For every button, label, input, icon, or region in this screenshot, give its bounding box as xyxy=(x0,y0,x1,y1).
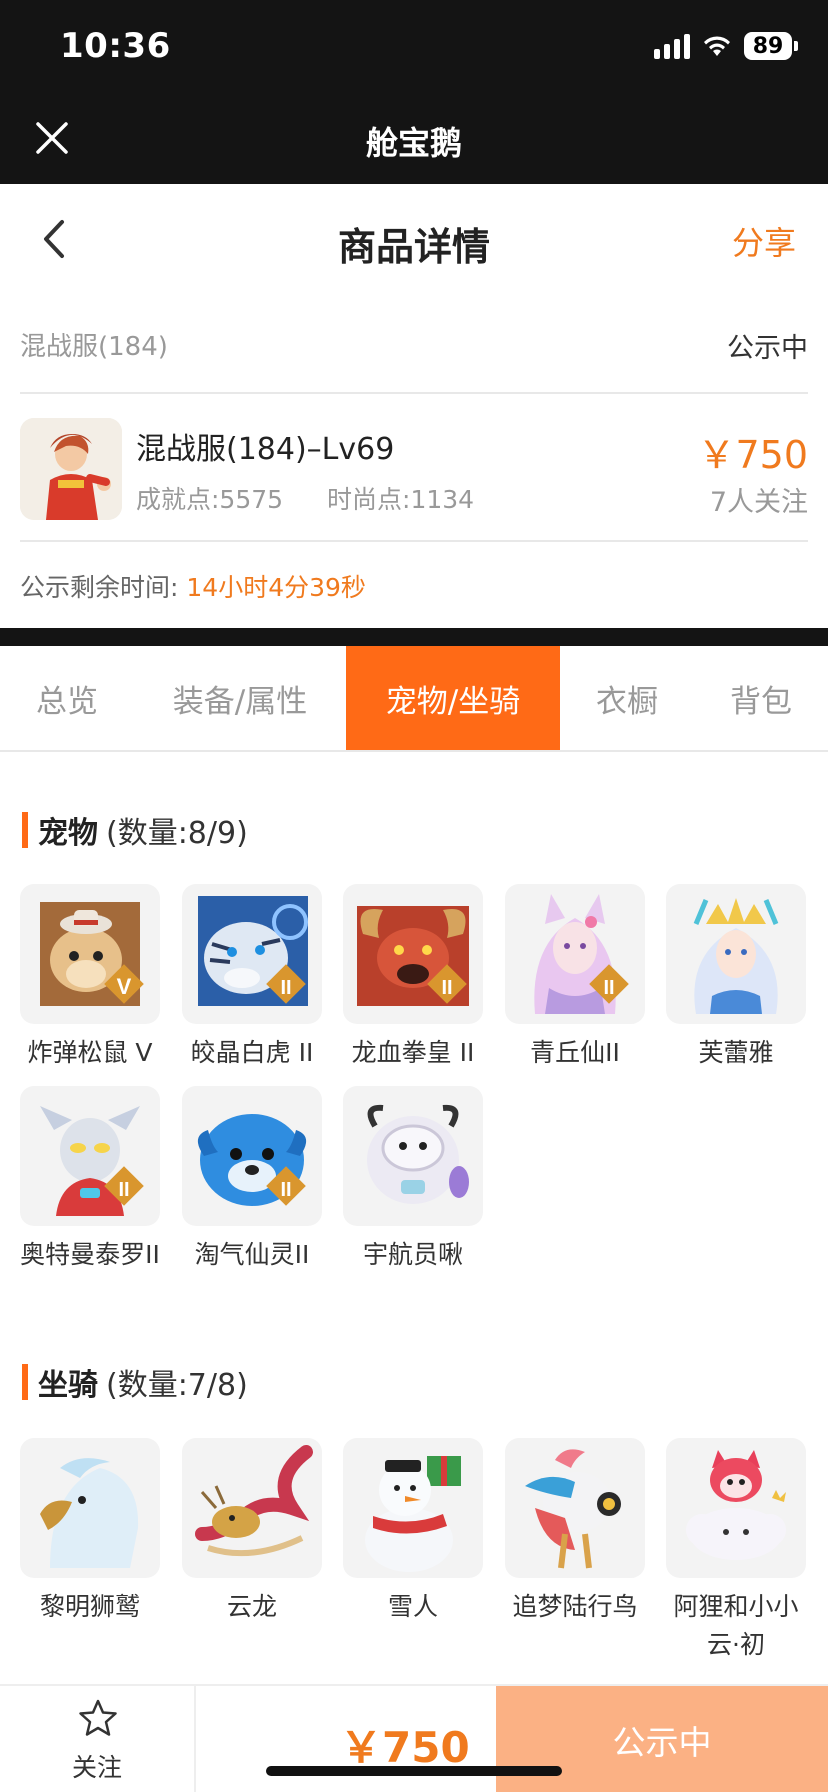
mount-item[interactable]: 黎明狮鹫 xyxy=(20,1438,160,1626)
mount-item[interactable]: 云龙 xyxy=(182,1438,322,1626)
battery-icon: 89 xyxy=(744,32,798,60)
ultraman-pet-icon: II xyxy=(20,1086,160,1226)
pet-name: 青丘仙II xyxy=(530,1038,620,1067)
snowman-mount-icon xyxy=(343,1438,483,1578)
dragon-boxer-pet-icon: II xyxy=(343,884,483,1024)
product-price: ￥750 xyxy=(697,433,808,477)
countdown: 公示剩余时间: 14小时4分39秒 xyxy=(20,568,366,604)
server-row: 混战服(184) 公示中 xyxy=(20,292,808,394)
tab-overview[interactable]: 总览 xyxy=(0,646,134,750)
svg-text:II: II xyxy=(603,977,614,999)
mount-item[interactable]: 雪人 xyxy=(343,1438,483,1626)
svg-text:II: II xyxy=(280,977,291,999)
mount-name: 阿狸和小小云·初 xyxy=(673,1592,799,1659)
follower-count: 7人关注 xyxy=(709,487,808,518)
follow-label: 关注 xyxy=(71,1753,122,1782)
dream-bird-mount-icon xyxy=(505,1438,645,1578)
blue-spirit-pet-icon: II xyxy=(182,1086,322,1226)
follow-button[interactable]: 关注 xyxy=(0,1686,196,1792)
pets-grid: V 炸弹松鼠 V II 皎晶白虎 II II 龙血拳皇 II II 青丘仙II … xyxy=(20,884,808,1304)
status-bar: 10:36 89 xyxy=(0,0,828,92)
mount-item[interactable]: 阿狸和小小云·初 xyxy=(666,1438,806,1664)
star-icon xyxy=(79,1699,117,1736)
countdown-value: 14小时4分39秒 xyxy=(186,573,366,602)
pet-item[interactable]: II 奥特曼泰罗II xyxy=(20,1086,160,1274)
cellular-signal-icon xyxy=(654,33,690,59)
pet-name: 奥特曼泰罗II xyxy=(20,1240,160,1269)
pets-section-header: 宠物 (数量:8/9) xyxy=(22,810,248,851)
tab-wardrobe[interactable]: 衣橱 xyxy=(560,646,694,750)
svg-text:V: V xyxy=(117,974,132,999)
squirrel-pet-icon: V xyxy=(20,884,160,1024)
pet-item[interactable]: V 炸弹松鼠 V xyxy=(20,884,160,1072)
wifi-icon xyxy=(704,36,730,56)
public-notice-button[interactable]: 公示中 xyxy=(496,1686,828,1792)
svg-text:II: II xyxy=(441,977,452,999)
svg-text:II: II xyxy=(280,1179,291,1201)
pet-item[interactable]: II 龙血拳皇 II xyxy=(343,884,483,1072)
fashion-points: 时尚点:1134 xyxy=(327,485,475,514)
astronaut-pet-icon xyxy=(343,1086,483,1226)
mount-name: 追梦陆行鸟 xyxy=(512,1592,638,1621)
fox-fairy-pet-icon: II xyxy=(505,884,645,1024)
pets-count: (数量:8/9) xyxy=(106,816,248,851)
pet-name: 淘气仙灵II xyxy=(194,1240,310,1269)
product-meta: 成就点:5575 时尚点:1134 xyxy=(136,480,474,516)
app-bar: 舱宝鹅 xyxy=(0,92,828,184)
product-title: 混战服(184)–Lv69 xyxy=(136,432,395,467)
pet-name: 皎晶白虎 II xyxy=(190,1038,314,1067)
server-name: 混战服(184) xyxy=(20,332,168,362)
griffin-mount-icon xyxy=(20,1438,160,1578)
pet-name: 炸弹松鼠 V xyxy=(27,1038,153,1067)
app-title: 舱宝鹅 xyxy=(365,124,462,162)
mount-name: 云龙 xyxy=(226,1592,277,1621)
pet-name: 芙蕾雅 xyxy=(698,1038,774,1067)
battery-level: 89 xyxy=(744,32,792,60)
cloud-dragon-mount-icon xyxy=(182,1438,322,1578)
tab-backpack[interactable]: 背包 xyxy=(694,646,828,750)
mount-name: 黎明狮鹫 xyxy=(39,1592,140,1621)
pet-item[interactable]: II 淘气仙灵II xyxy=(182,1086,322,1274)
tab-equipment[interactable]: 装备/属性 xyxy=(134,646,346,750)
pet-name: 宇航员啾 xyxy=(362,1240,463,1269)
pet-item[interactable]: 芙蕾雅 xyxy=(666,884,806,1072)
ali-cloud-mount-icon xyxy=(666,1438,806,1578)
pet-item[interactable]: II 青丘仙II xyxy=(505,884,645,1072)
character-avatar xyxy=(20,418,122,520)
section-divider xyxy=(0,628,828,646)
share-button[interactable]: 分享 xyxy=(732,218,796,264)
countdown-label: 公示剩余时间: xyxy=(20,573,179,602)
product-card[interactable]: 混战服(184)–Lv69 成就点:5575 时尚点:1134 ￥750 7人关… xyxy=(20,394,808,542)
pet-item[interactable]: II 皎晶白虎 II xyxy=(182,884,322,1072)
page-header: 商品详情 分享 xyxy=(0,184,828,292)
mounts-count: (数量:7/8) xyxy=(106,1368,248,1403)
pet-name: 龙血拳皇 II xyxy=(351,1038,475,1067)
freya-pet-icon xyxy=(666,884,806,1024)
mounts-title: 坐骑 xyxy=(38,1368,98,1403)
home-indicator xyxy=(266,1766,562,1776)
page-title: 商品详情 xyxy=(337,225,490,269)
svg-text:II: II xyxy=(118,1179,129,1201)
white-tiger-pet-icon: II xyxy=(182,884,322,1024)
pets-title: 宠物 xyxy=(38,816,98,851)
server-status: 公示中 xyxy=(727,333,808,364)
mounts-section-header: 坐骑 (数量:7/8) xyxy=(22,1362,248,1403)
mounts-grid: 黎明狮鹫 云龙 雪人 追梦陆行鸟 阿狸和小小云·初 xyxy=(20,1438,808,1688)
detail-tabs: 总览 装备/属性 宠物/坐骑 衣橱 背包 xyxy=(0,646,828,752)
tab-pets-mounts[interactable]: 宠物/坐骑 xyxy=(346,646,560,750)
mount-name: 雪人 xyxy=(387,1592,438,1621)
achievement-points: 成就点:5575 xyxy=(136,485,284,514)
mount-item[interactable]: 追梦陆行鸟 xyxy=(505,1438,645,1626)
pet-item[interactable]: 宇航员啾 xyxy=(343,1086,483,1274)
status-icons: 89 xyxy=(654,32,798,60)
status-time: 10:36 xyxy=(60,26,171,66)
